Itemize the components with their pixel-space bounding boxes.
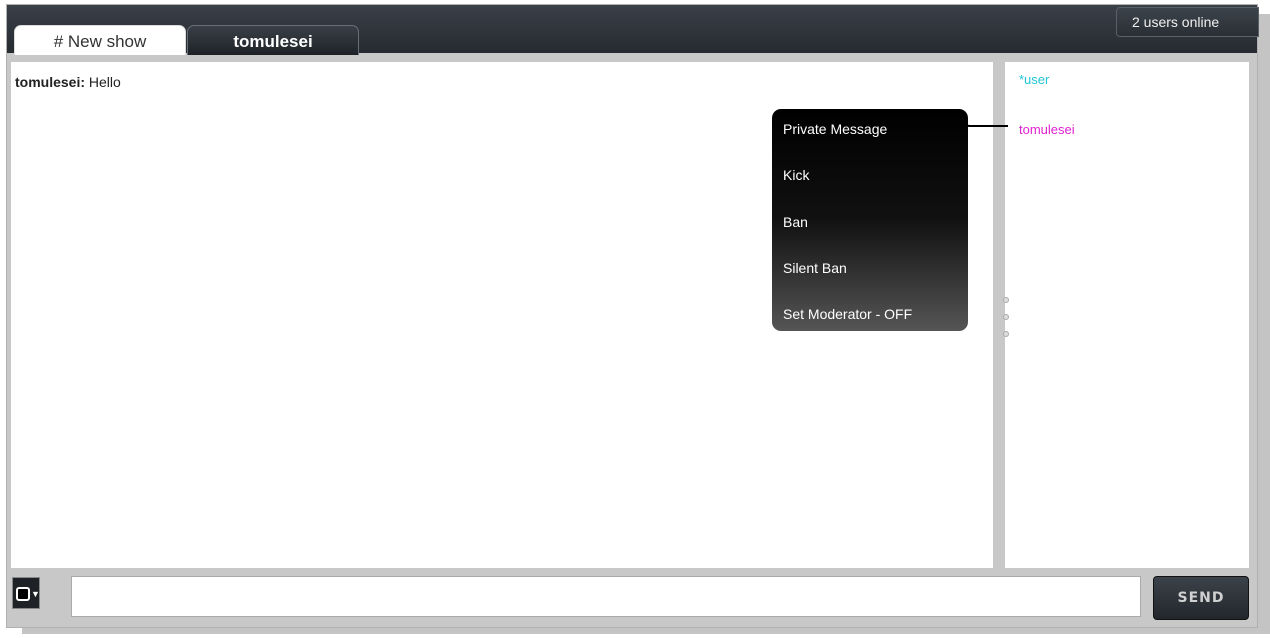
user-name: *user [1019, 72, 1050, 87]
user-list-item[interactable]: *user [1019, 72, 1049, 87]
send-button[interactable]: SEND [1153, 576, 1249, 620]
user-list-item[interactable]: tomulesei [1019, 122, 1075, 137]
users-online-badge: 2 users online [1116, 7, 1259, 37]
menu-item-kick[interactable]: Kick [783, 167, 809, 183]
tab-tomulesei[interactable]: tomulesei [187, 25, 359, 55]
user-context-menu: Private Message Kick Ban Silent Ban Set … [772, 109, 968, 331]
color-picker-button[interactable]: ▼ [12, 577, 40, 609]
chat-window: # New show tomulesei 2 users online tomu… [6, 4, 1259, 628]
resize-handle[interactable] [1003, 297, 1011, 341]
message-author[interactable]: tomulesei: [15, 74, 85, 90]
menu-item-silent-ban[interactable]: Silent Ban [783, 260, 847, 276]
grip-dot [1003, 297, 1009, 303]
message-text: Hello [88, 74, 121, 90]
message-input[interactable] [71, 576, 1141, 617]
menu-item-set-moderator[interactable]: Set Moderator - OFF [783, 306, 912, 322]
grip-dot [1003, 314, 1009, 320]
user-name: tomulesei [1019, 122, 1075, 137]
tab-label: tomulesei [233, 32, 313, 51]
menu-item-private-message[interactable]: Private Message [783, 121, 887, 137]
tab-new-show[interactable]: # New show [14, 25, 186, 55]
menu-item-ban[interactable]: Ban [783, 214, 808, 230]
color-swatch-icon [16, 587, 30, 601]
tab-label: # New show [53, 32, 147, 51]
user-list: *user tomulesei [1005, 62, 1249, 568]
chevron-down-icon: ▼ [31, 589, 40, 599]
grip-dot [1003, 331, 1009, 337]
chat-message: tomulesei: Hello [15, 74, 121, 90]
tab-bar: # New show tomulesei 2 users online [7, 5, 1259, 55]
